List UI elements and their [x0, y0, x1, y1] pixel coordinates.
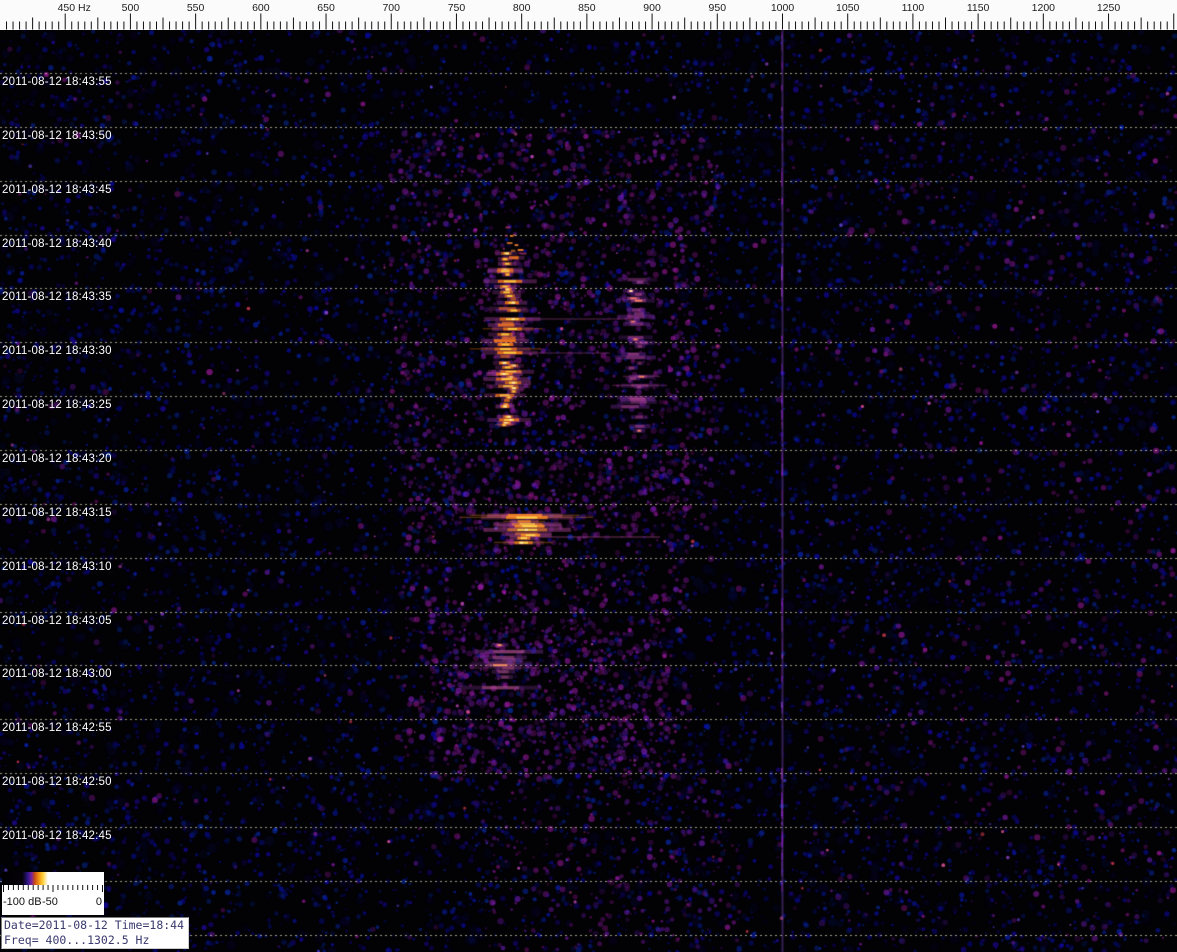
amplitude-scale[interactable]: -100 dB -50 0: [2, 872, 104, 915]
freq-axis-label: 1150: [967, 2, 990, 14]
freq-axis-label: 700: [382, 2, 400, 14]
status-freq-range: Freq= 400...1302.5 Hz: [4, 933, 150, 947]
freq-axis-label: 550: [187, 2, 205, 14]
freq-axis-label: 1050: [836, 2, 860, 14]
freq-axis-label: 850: [578, 2, 596, 14]
freq-axis-label: 1200: [1032, 2, 1056, 14]
freq-axis-label: 900: [643, 2, 661, 14]
amplitude-max-label: 0: [95, 896, 102, 908]
freq-axis-label: 950: [709, 2, 727, 14]
amplitude-min-label: -100 dB: [3, 896, 42, 908]
amplitude-mid-label: -50: [42, 896, 58, 908]
freq-axis-label: 750: [448, 2, 466, 14]
freq-axis-label: 1000: [771, 2, 795, 14]
freq-axis-label: 1250: [1097, 2, 1121, 14]
waterfall-window: 450 Hz 500 550 600 650 700 750 800 850 900 950 1000…: [0, 0, 1177, 952]
freq-axis-label: 500: [122, 2, 140, 14]
freq-axis-label: 1100: [902, 2, 925, 14]
spectrogram-canvas[interactable]: [0, 30, 1177, 952]
freq-axis-label: 650: [317, 2, 335, 14]
frequency-ruler-ticks: 450 Hz 500 550 600 650 700 750 800 850 900 950 1000…: [6, 2, 1175, 30]
amplitude-gradient-bar: [2, 872, 104, 885]
freq-axis-label: 800: [513, 2, 531, 14]
freq-axis-label: 600: [252, 2, 270, 14]
amplitude-scale-ticks: [3, 885, 103, 892]
status-box[interactable]: Date=2011-08-12 Time=18:44 Freq= 400...1…: [1, 917, 189, 949]
status-date-time: Date=2011-08-12 Time=18:44: [4, 918, 185, 932]
freq-axis-label: 450 Hz: [58, 2, 91, 14]
amplitude-scale-labels: -100 dB -50 0: [2, 893, 104, 908]
frequency-ruler[interactable]: 450 Hz 500 550 600 650 700 750 800 850 900 950 1000…: [0, 0, 1177, 30]
